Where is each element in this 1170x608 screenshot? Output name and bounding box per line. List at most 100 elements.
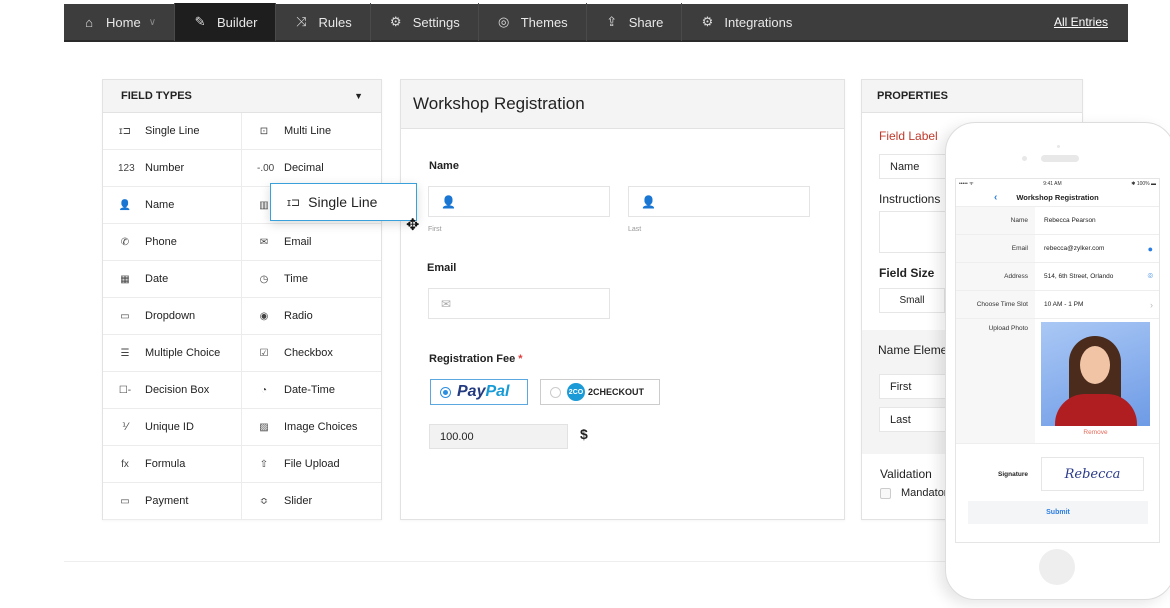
multi-line-icon: ⊡ (259, 125, 269, 137)
nav-settings[interactable]: ⚙ Settings (371, 3, 479, 41)
nav-home[interactable]: ⌂ Home ∨ (64, 3, 176, 41)
email-input[interactable]: ✉ (428, 288, 610, 319)
field-type-date-time[interactable]: ◔ Date-Time (242, 372, 381, 409)
radio-selected[interactable] (440, 386, 451, 398)
nav-share-label: Share (628, 14, 664, 30)
field-types-header[interactable]: FIELD TYPES ▼ (103, 80, 381, 113)
phone-row-value: 10 AM - 1 PM (1044, 301, 1084, 308)
field-type-decision-box[interactable]: ☐- Decision Box (103, 372, 242, 409)
share-icon: ⇪ (606, 14, 618, 29)
field-type-label: Number (145, 162, 185, 174)
amount-field[interactable]: 100.00 (429, 424, 568, 449)
field-type-decimal[interactable]: -.00 Decimal (242, 150, 381, 187)
all-entries-link[interactable]: All Entries (1054, 15, 1108, 29)
registration-fee-label[interactable]: Registration Fee * (429, 353, 523, 365)
nav-themes[interactable]: ◎ Themes (479, 3, 587, 41)
last-sublabel: Last (628, 226, 642, 233)
field-type-label: Single Line (145, 125, 200, 137)
field-type-file-upload[interactable]: ⇧ File Upload (242, 446, 381, 483)
nav-rules[interactable]: ⤨ Rules (276, 3, 371, 41)
decimal-icon: -.00 (257, 162, 275, 174)
2checkout-option[interactable]: 2CO 2CHECKOUT (540, 379, 660, 405)
field-type-payment[interactable]: ▭ Payment (103, 483, 242, 520)
field-type-dropdown[interactable]: ▭ Dropdown (103, 298, 242, 335)
field-type-label: Radio (284, 310, 313, 322)
signal-indicator: ••••• ᯤ (959, 181, 974, 187)
field-type-single-line[interactable]: ɪ⊐ Single Line (103, 113, 242, 150)
signature-label: Signature (998, 470, 1028, 478)
phone-row-name[interactable]: Name Rebecca Pearson (956, 207, 1159, 235)
field-type-multiple-choice[interactable]: ☰ Multiple Choice (103, 335, 242, 372)
multiple-choice-icon: ☰ (120, 347, 130, 359)
field-type-label: Date-Time (284, 384, 335, 396)
mandatory-checkbox[interactable] (880, 488, 891, 499)
2checkout-logo: 2CO (567, 383, 585, 401)
single-line-icon: ɪ⊐ (287, 196, 301, 209)
email-field-label[interactable]: Email (427, 262, 456, 274)
caret-down-icon[interactable]: ▼ (354, 91, 363, 101)
signature-pad[interactable]: Rebecca (1041, 457, 1144, 491)
field-type-label: Decimal (284, 162, 324, 174)
field-type-radio[interactable]: ◉ Radio (242, 298, 381, 335)
field-label-heading: Field Label (879, 129, 938, 143)
field-type-slider[interactable]: ≎ Slider (242, 483, 381, 520)
name-elements-heading: Name Eleme (878, 343, 948, 357)
submit-button[interactable]: Submit (968, 501, 1148, 524)
nav-integrations[interactable]: ⚙ Integrations (682, 3, 810, 41)
field-type-label: Name (145, 199, 175, 211)
size-small-button[interactable]: Small (879, 288, 945, 313)
phone-row-email[interactable]: Email rebecca@zylker.com ● (956, 235, 1159, 263)
back-chevron-icon[interactable]: ‹ (994, 192, 997, 203)
field-type-label: Image Choices (284, 421, 358, 433)
field-type-time[interactable]: ◷ Time (242, 261, 381, 298)
home-icon: ⌂ (85, 14, 93, 30)
phone-row-choose-time-slot[interactable]: Choose Time Slot 10 AM - 1 PM › (956, 291, 1159, 319)
nav-integrations-label: Integrations (724, 14, 793, 30)
builder-icon: ✎ (194, 14, 206, 29)
unique-id-icon: ⅟ (122, 421, 128, 433)
row-action-icon[interactable]: ⌾ (1148, 271, 1153, 282)
file-upload-icon: ⇧ (259, 458, 269, 470)
field-type-image-choices[interactable]: ▨ Image Choices (242, 409, 381, 446)
name-field-label[interactable]: Name (429, 160, 459, 172)
paypal-option[interactable]: PayPal (430, 379, 528, 405)
phone-row-address[interactable]: Address 514, 6th Street, Orlando ⌾ (956, 263, 1159, 291)
phone-icon: ✆ (120, 236, 130, 248)
phone-home-button (1039, 549, 1075, 585)
first-name-input[interactable]: 👤 (428, 186, 610, 217)
field-type-email[interactable]: ✉ Email (242, 224, 381, 261)
field-type-formula[interactable]: fx Formula (103, 446, 242, 483)
field-type-checkbox[interactable]: ☑ Checkbox (242, 335, 381, 372)
nav-share[interactable]: ⇪ Share (587, 3, 683, 41)
field-type-label: Multi Line (284, 125, 332, 137)
checkbox-icon: ☑ (259, 347, 269, 359)
form-title[interactable]: Workshop Registration (413, 94, 585, 114)
field-type-name[interactable]: 👤 Name (103, 187, 242, 224)
last-name-input[interactable]: 👤 (628, 186, 810, 217)
dragged-field-single-line[interactable]: ɪ⊐ Single Line (270, 183, 417, 221)
field-types-panel: FIELD TYPES ▼ ɪ⊐ Single Line ⊡ Multi Line 12… (102, 79, 382, 520)
remove-photo-link[interactable]: Remove (1041, 429, 1150, 436)
2checkout-label: 2CHECKOUT (588, 387, 645, 397)
field-type-number[interactable]: 123 Number (103, 150, 242, 187)
radio-unselected[interactable] (550, 386, 561, 398)
radio-icon: ◉ (259, 310, 269, 322)
field-type-label: Multiple Choice (145, 347, 221, 359)
field-type-label: File Upload (284, 458, 340, 470)
nav-builder[interactable]: ✎ Builder (175, 3, 277, 41)
phone-camera (1022, 156, 1027, 161)
person-icon: 👤 (641, 194, 656, 209)
email-icon: ✉ (259, 236, 269, 248)
row-action-icon[interactable]: ● (1148, 244, 1153, 254)
row-action-icon[interactable]: › (1150, 300, 1153, 310)
field-type-phone[interactable]: ✆ Phone (103, 224, 242, 261)
phone-preview: ••••• ᯤ 9:41 AM ✱ 100% ▬ ‹ Workshop Regi… (945, 122, 1170, 600)
phone-screen: ••••• ᯤ 9:41 AM ✱ 100% ▬ ‹ Workshop Regi… (955, 178, 1160, 543)
phone-row-key: Email (956, 235, 1035, 262)
single-line-icon: ɪ⊐ (119, 125, 131, 137)
field-type-unique-id[interactable]: ⅟ Unique ID (103, 409, 242, 446)
status-time: 9:41 AM (1043, 181, 1062, 187)
payment-icon: ▭ (120, 495, 130, 507)
field-type-multi-line[interactable]: ⊡ Multi Line (242, 113, 381, 150)
field-type-date[interactable]: ▦ Date (103, 261, 242, 298)
